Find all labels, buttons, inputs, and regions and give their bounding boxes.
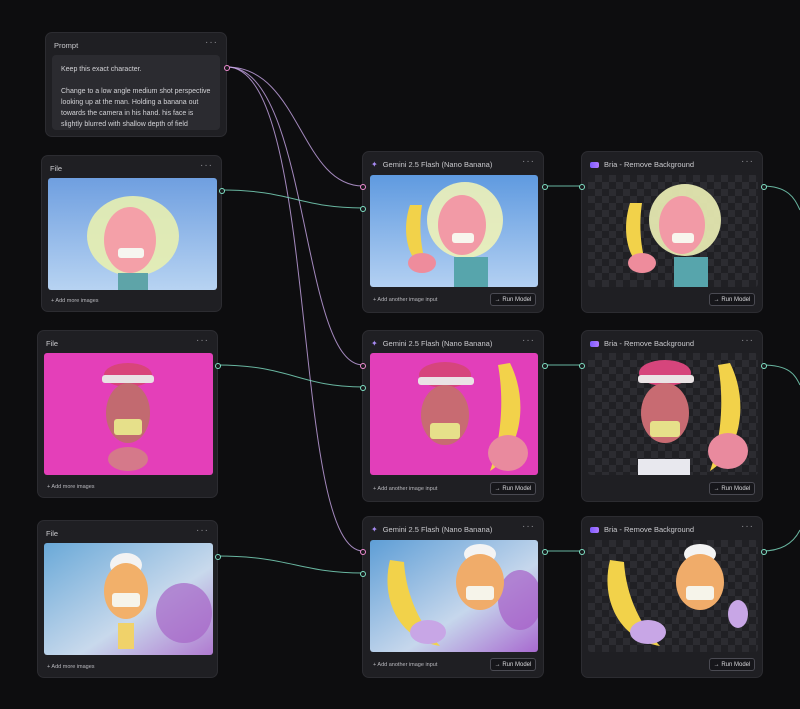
sparkle-icon: ✦ [371,339,378,348]
add-more-images-link[interactable]: + Add more images [51,298,99,304]
file-node[interactable]: File ··· + Add more images [41,155,225,312]
prompt-line: Change to a low angle medium shot perspe… [61,88,211,128]
image-input-port[interactable] [579,363,585,369]
gemini-node-title: ✦ Gemini 2.5 Flash (Nano Banana) [371,525,492,534]
run-model-button[interactable]: → Run Model [490,482,536,495]
image-output-port[interactable] [215,363,221,369]
gemini-node-title-text: Gemini 2.5 Flash (Nano Banana) [382,339,493,348]
gemini-node[interactable]: ✦ Gemini 2.5 Flash (Nano Banana) ··· + A… [360,330,548,502]
sparkle-icon: ✦ [371,525,378,534]
text-input-port[interactable] [360,184,366,190]
add-another-image-input-link[interactable]: + Add another image input [373,297,437,303]
bria-node-title-text: Bria - Remove Background [604,525,695,534]
bria-node[interactable]: Bria - Remove Background ··· → Run Model [579,330,767,502]
image-output-port[interactable] [761,184,767,190]
run-model-button[interactable]: → Run Model [709,658,755,671]
add-more-images-link[interactable]: + Add more images [47,484,95,490]
bria-node[interactable]: Bria - Remove Background ··· → Run Model [579,516,767,678]
gemini-node-title-text: Gemini 2.5 Flash (Nano Banana) [382,160,493,169]
prompt-node[interactable]: Prompt ··· Keep this exact character. Ch… [45,32,230,137]
background-removed-image [588,540,758,652]
image-output-port[interactable] [761,363,767,369]
add-more-images-link[interactable]: + Add more images [47,664,95,670]
bria-node-title-text: Bria - Remove Background [604,160,695,169]
more-horizontal-icon[interactable]: ··· [196,335,209,346]
file-node-title: File [46,339,59,348]
more-horizontal-icon[interactable]: ··· [741,156,754,167]
file-node[interactable]: File ··· + Add more images [37,520,221,678]
bria-logo-icon [590,340,599,347]
bria-node-title: Bria - Remove Background [590,525,694,534]
file-node[interactable]: File ··· + Add more images [37,330,221,498]
generated-image [370,540,538,652]
image-output-port[interactable] [542,363,548,369]
image-output-port[interactable] [215,554,221,560]
more-horizontal-icon[interactable]: ··· [196,525,209,536]
more-horizontal-icon[interactable]: ··· [522,335,535,346]
run-model-button[interactable]: → Run Model [490,293,536,306]
prompt-line: Keep this exact character. [61,66,142,73]
more-horizontal-icon[interactable]: ··· [741,521,754,532]
prompt-node-title: Prompt [54,41,79,50]
image-output-port[interactable] [761,549,767,555]
more-horizontal-icon[interactable]: ··· [522,156,535,167]
bria-node-title-text: Bria - Remove Background [604,339,695,348]
prompt-text-area[interactable]: Keep this exact character. Change to a l… [52,55,220,130]
bria-node[interactable]: Bria - Remove Background ··· → Run Model [579,151,767,313]
bria-node-title: Bria - Remove Background [590,160,694,169]
text-input-port[interactable] [360,549,366,555]
background-removed-image [588,175,758,287]
image-output-port[interactable] [542,184,548,190]
gemini-node[interactable]: ✦ Gemini 2.5 Flash (Nano Banana) ··· + A… [360,516,548,678]
input-image [44,543,213,655]
input-image [48,178,217,290]
image-output-port[interactable] [219,188,225,194]
sparkle-icon: ✦ [371,160,378,169]
gemini-node-title-text: Gemini 2.5 Flash (Nano Banana) [382,525,493,534]
image-output-port[interactable] [542,549,548,555]
generated-image [370,175,538,287]
more-horizontal-icon[interactable]: ··· [522,521,535,532]
run-model-button[interactable]: → Run Model [490,658,536,671]
image-input-port[interactable] [579,549,585,555]
gemini-node-title: ✦ Gemini 2.5 Flash (Nano Banana) [371,160,492,169]
image-input-port[interactable] [579,184,585,190]
image-input-port[interactable] [360,571,366,577]
bria-logo-icon [590,526,599,533]
input-image [44,353,213,475]
file-node-title: File [46,529,59,538]
gemini-node[interactable]: ✦ Gemini 2.5 Flash (Nano Banana) ··· + A… [360,151,548,313]
background-removed-image [588,353,758,475]
add-another-image-input-link[interactable]: + Add another image input [373,662,437,668]
more-horizontal-icon[interactable]: ··· [741,335,754,346]
bria-logo-icon [590,161,599,168]
generated-image [370,353,538,475]
text-output-port[interactable] [224,65,230,71]
image-input-port[interactable] [360,206,366,212]
gemini-node-title: ✦ Gemini 2.5 Flash (Nano Banana) [371,339,492,348]
add-another-image-input-link[interactable]: + Add another image input [373,486,437,492]
image-input-port[interactable] [360,385,366,391]
more-horizontal-icon[interactable]: ··· [205,37,218,48]
file-node-title: File [50,164,63,173]
text-input-port[interactable] [360,363,366,369]
more-horizontal-icon[interactable]: ··· [200,160,213,171]
run-model-button[interactable]: → Run Model [709,482,755,495]
bria-node-title: Bria - Remove Background [590,339,694,348]
run-model-button[interactable]: → Run Model [709,293,755,306]
